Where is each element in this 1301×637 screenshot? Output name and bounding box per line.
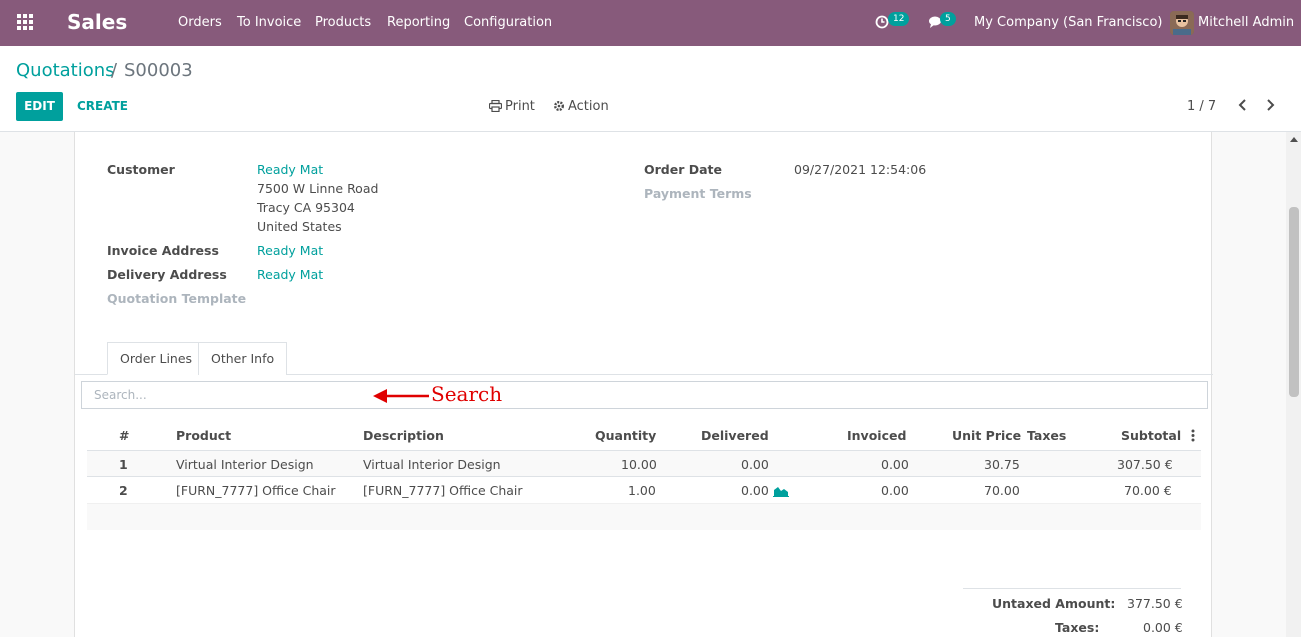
tab-other-info[interactable]: Other Info (198, 342, 288, 375)
delivery-address-label: Delivery Address (107, 267, 227, 282)
search-input[interactable]: Search... (81, 381, 1208, 409)
col-header-quantity[interactable]: Quantity (595, 428, 656, 443)
col-header-description[interactable]: Description (363, 428, 444, 443)
printer-icon (489, 100, 502, 112)
control-panel: Quotations / S00003 EDIT CREATE Print Ac… (0, 46, 1301, 132)
chevron-right-icon[interactable] (1263, 96, 1277, 114)
invoice-address-link[interactable]: Ready Mat (257, 243, 323, 258)
row-product: Virtual Interior Design (176, 457, 314, 472)
row-delivered: 0.00 (741, 457, 769, 472)
user-menu[interactable]: Mitchell Admin (1198, 15, 1294, 30)
customer-address-line1: 7500 W Linne Road (257, 181, 379, 196)
totals-divider (963, 588, 1181, 589)
customer-link[interactable]: Ready Mat (257, 162, 323, 177)
menu-to-invoice[interactable]: To Invoice (237, 15, 301, 30)
row-delivered: 0.00 (741, 483, 769, 498)
menu-orders[interactable]: Orders (178, 15, 222, 30)
action-label: Action (568, 99, 609, 114)
pager-value[interactable]: 1 / 7 (1187, 99, 1216, 114)
scrollbar-thumb[interactable] (1289, 207, 1299, 397)
taxes-value: 0.00 € (1143, 620, 1183, 635)
area-chart-icon[interactable] (773, 485, 789, 497)
row-invoiced: 0.00 (881, 483, 909, 498)
row-subtotal: 70.00 € (1124, 483, 1172, 498)
create-button[interactable]: CREATE (77, 99, 128, 113)
clock-icon[interactable] (875, 15, 889, 29)
customer-address-line3: United States (257, 219, 342, 234)
delivery-address-link[interactable]: Ready Mat (257, 267, 323, 282)
col-header-invoiced[interactable]: Invoiced (847, 428, 906, 443)
untaxed-amount-label: Untaxed Amount: (992, 596, 1116, 611)
breadcrumb-current: S00003 (124, 60, 193, 81)
edit-button[interactable]: EDIT (16, 92, 63, 121)
messages-badge: 5 (940, 12, 956, 26)
notebook-tabs: Order Lines Other Info (75, 342, 1213, 375)
customer-address-line2: Tracy CA 95304 (257, 200, 355, 215)
row-description: Virtual Interior Design (363, 457, 501, 472)
company-switcher[interactable]: My Company (San Francisco) (974, 15, 1162, 30)
search-annotation: Search (431, 382, 503, 406)
row-invoiced: 0.00 (881, 457, 909, 472)
quotation-template-label: Quotation Template (107, 291, 247, 306)
row-quantity: 10.00 (621, 457, 657, 472)
row-unit-price: 70.00 (984, 483, 1020, 498)
avatar[interactable] (1170, 11, 1194, 35)
table-row[interactable]: 1 Virtual Interior Design Virtual Interi… (87, 450, 1201, 477)
kebab-icon[interactable] (1191, 429, 1195, 442)
row-product: [FURN_7777] Office Chair (176, 483, 336, 498)
activity-badge: 12 (888, 12, 910, 26)
chevron-left-icon[interactable] (1236, 96, 1250, 114)
col-header-number[interactable]: # (119, 428, 129, 443)
taxes-label: Taxes: (1055, 620, 1100, 635)
table-row-empty (87, 504, 1201, 530)
app-name[interactable]: Sales (67, 10, 127, 34)
row-quantity: 1.00 (628, 483, 656, 498)
row-number: 1 (119, 457, 128, 472)
customer-label: Customer (107, 162, 175, 177)
order-date-value: 09/27/2021 12:54:06 (794, 162, 927, 177)
gear-icon (554, 101, 564, 111)
menu-configuration[interactable]: Configuration (464, 15, 552, 30)
row-unit-price: 30.75 (984, 457, 1020, 472)
order-date-label: Order Date (644, 162, 722, 177)
menu-products[interactable]: Products (315, 15, 371, 30)
invoice-address-label: Invoice Address (107, 243, 219, 258)
row-subtotal: 307.50 € (1117, 457, 1173, 472)
scroll-up-icon[interactable] (1290, 137, 1298, 142)
untaxed-amount-value: 377.50 € (1127, 596, 1183, 611)
col-header-taxes[interactable]: Taxes (1027, 428, 1066, 443)
menu-reporting[interactable]: Reporting (387, 15, 450, 30)
col-header-delivered[interactable]: Delivered (701, 428, 769, 443)
row-number: 2 (119, 483, 128, 498)
payment-terms-label: Payment Terms (644, 186, 752, 201)
col-header-unit-price[interactable]: Unit Price (952, 428, 1021, 443)
breadcrumb-separator: / (111, 60, 118, 81)
col-header-subtotal[interactable]: Subtotal (1121, 428, 1181, 443)
apps-grid-icon[interactable] (17, 14, 33, 30)
row-description: [FURN_7777] Office Chair (363, 483, 523, 498)
breadcrumb-quotations[interactable]: Quotations (16, 60, 115, 81)
table-row[interactable]: 2 [FURN_7777] Office Chair [FURN_7777] O… (87, 477, 1201, 504)
tab-order-lines[interactable]: Order Lines (107, 342, 206, 375)
form-sheet: Customer Ready Mat 7500 W Linne Road Tra… (74, 132, 1213, 637)
top-navbar: Sales Orders To Invoice Products Reporti… (0, 0, 1301, 46)
col-header-product[interactable]: Product (176, 428, 231, 443)
annotation-arrow (373, 389, 429, 403)
print-label: Print (505, 99, 535, 114)
